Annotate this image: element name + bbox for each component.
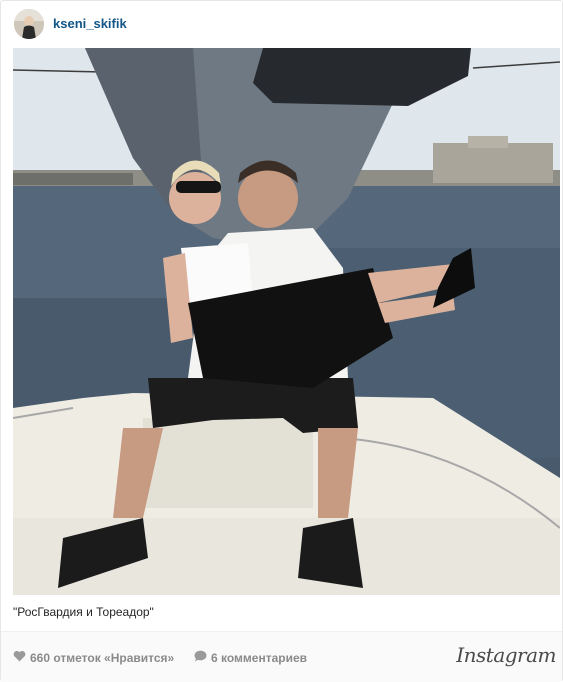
comments-count[interactable]: 6 комментариев bbox=[194, 650, 307, 665]
likes-text: 660 отметок «Нравится» bbox=[30, 650, 175, 665]
instagram-logo[interactable]: Instagram bbox=[456, 643, 556, 667]
comment-bubble-icon bbox=[194, 650, 207, 665]
post-photo[interactable] bbox=[13, 48, 560, 595]
heart-icon bbox=[13, 650, 26, 665]
comments-text: 6 комментариев bbox=[211, 650, 308, 665]
post-header: kseni_skifik bbox=[1, 1, 562, 47]
username-link[interactable]: kseni_skifik bbox=[53, 16, 127, 31]
post-footer: 660 отметок «Нравится» 6 комментариев In… bbox=[1, 631, 562, 682]
post-caption: "РосГвардия и Тореадор" bbox=[13, 605, 154, 619]
avatar[interactable] bbox=[14, 9, 44, 39]
instagram-post-card: kseni_skifik "РосГвардия и Тореадор" 660… bbox=[0, 0, 563, 682]
likes-count[interactable]: 660 отметок «Нравится» bbox=[13, 650, 174, 665]
